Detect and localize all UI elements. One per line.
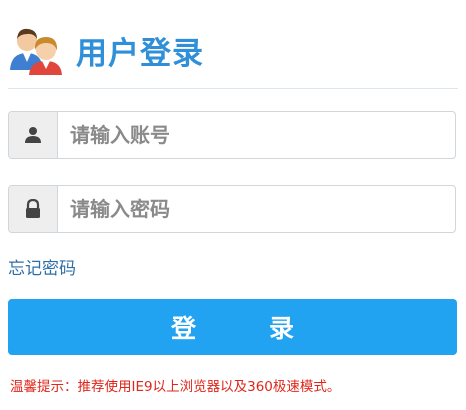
users-icon [8, 24, 64, 76]
browser-tip: 温馨提示：推荐使用IE9以上浏览器以及360极速模式。 [10, 379, 341, 395]
password-field [8, 185, 456, 233]
forgot-password-link[interactable]: 忘记密码 [8, 254, 76, 279]
username-input[interactable] [58, 112, 455, 158]
page-title: 用户登录 [76, 35, 204, 72]
login-button[interactable]: 登 录 [8, 299, 457, 355]
password-input[interactable] [58, 186, 455, 232]
login-panel: 用户登录 忘记密码 登 录 温馨提示：推荐使用IE9以上浏览器以及360极速模式… [0, 0, 466, 410]
user-icon [9, 112, 58, 158]
username-field [8, 111, 456, 159]
login-header: 用户登录 [8, 20, 458, 80]
header-divider [8, 88, 458, 89]
lock-icon [9, 186, 58, 232]
